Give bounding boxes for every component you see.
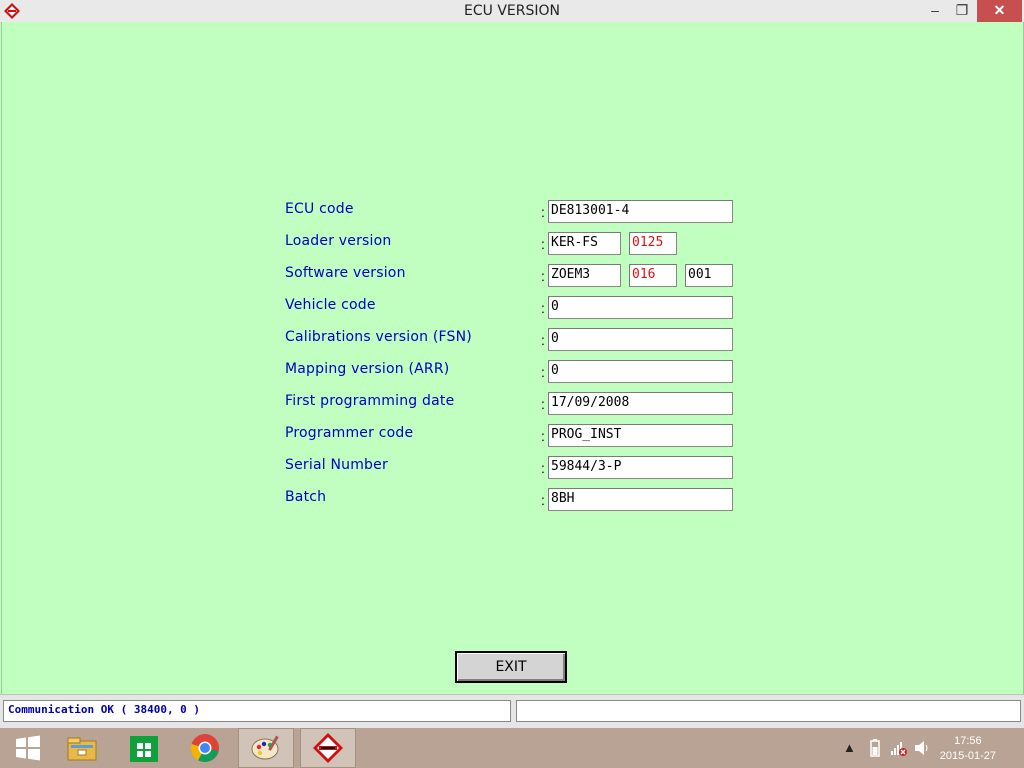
colon: : <box>541 492 545 508</box>
windows-start-icon[interactable] <box>0 728 56 768</box>
colon: : <box>541 300 545 316</box>
chrome-icon[interactable] <box>177 728 233 768</box>
ecu-code-label: ECU code <box>285 201 354 217</box>
batch-field[interactable]: 8BH <box>548 488 733 511</box>
window-title: ECU VERSION <box>464 3 560 19</box>
clock-date: 2015-01-27 <box>939 750 996 762</box>
colon: : <box>541 428 545 444</box>
status-bar: Communication OK ( 38400, 0 ) <box>0 694 1024 729</box>
store-icon[interactable] <box>116 728 172 768</box>
software-version-revision-field[interactable]: 001 <box>685 264 733 287</box>
colon: : <box>541 364 545 380</box>
serial-number-field[interactable]: 59844/3-P <box>548 456 733 479</box>
colon: : <box>541 204 545 220</box>
loader-version-field[interactable]: KER-FS <box>548 232 621 255</box>
serial-number-label: Serial Number <box>285 457 388 473</box>
file-explorer-icon[interactable] <box>54 728 110 768</box>
loader-version-label: Loader version <box>285 233 392 249</box>
close-button[interactable]: ✕ <box>977 0 1022 22</box>
mapping-version-field[interactable]: 0 <box>548 360 733 383</box>
mapping-version-label: Mapping version (ARR) <box>285 361 450 377</box>
vehicle-code-label: Vehicle code <box>285 297 376 313</box>
battery-icon[interactable] <box>870 739 880 757</box>
paint-icon[interactable] <box>238 728 294 768</box>
communication-status: Communication OK ( 38400, 0 ) <box>3 700 511 722</box>
first-programming-date-field[interactable]: 17/09/2008 <box>548 392 733 415</box>
calibrations-version-field[interactable]: 0 <box>548 328 733 351</box>
colon: : <box>541 268 545 284</box>
taskbar: ▲ 17:56 2015-01-27 <box>0 728 1024 768</box>
clock-time: 17:56 <box>954 735 982 747</box>
ecu-code-field[interactable]: DE813001-4 <box>548 200 733 223</box>
vehicle-code-field[interactable]: 0 <box>548 296 733 319</box>
colon: : <box>541 460 545 476</box>
chevron-up-icon[interactable]: ▲ <box>843 740 856 755</box>
software-version-label: Software version <box>285 265 406 281</box>
system-clock[interactable]: 17:56 2015-01-27 <box>940 734 996 764</box>
diagnostic-app-icon[interactable] <box>300 728 356 768</box>
title-bar: ECU VERSION ‒ ❐ ✕ <box>0 0 1024 23</box>
programmer-code-field[interactable]: PROG_INST <box>548 424 733 447</box>
software-version-number-field[interactable]: 016 <box>629 264 677 287</box>
ecu-version-panel: ECU code : DE813001-4 Loader version : K… <box>1 22 1024 694</box>
batch-label: Batch <box>285 489 327 505</box>
status-pane-secondary <box>516 700 1021 722</box>
exit-button[interactable]: EXIT <box>455 651 567 683</box>
colon: : <box>541 332 545 348</box>
network-disconnected-icon[interactable] <box>890 739 908 757</box>
first-programming-date-label: First programming date <box>285 393 455 409</box>
colon: : <box>541 396 545 412</box>
programmer-code-label: Programmer code <box>285 425 414 441</box>
software-version-field[interactable]: ZOEM3 <box>548 264 621 287</box>
calibrations-version-label: Calibrations version (FSN) <box>285 329 472 345</box>
minimize-button[interactable]: ‒ <box>920 0 950 22</box>
volume-icon[interactable] <box>914 739 930 757</box>
colon: : <box>541 236 545 252</box>
loader-version-number-field[interactable]: 0125 <box>629 232 677 255</box>
restore-button[interactable]: ❐ <box>948 0 976 22</box>
